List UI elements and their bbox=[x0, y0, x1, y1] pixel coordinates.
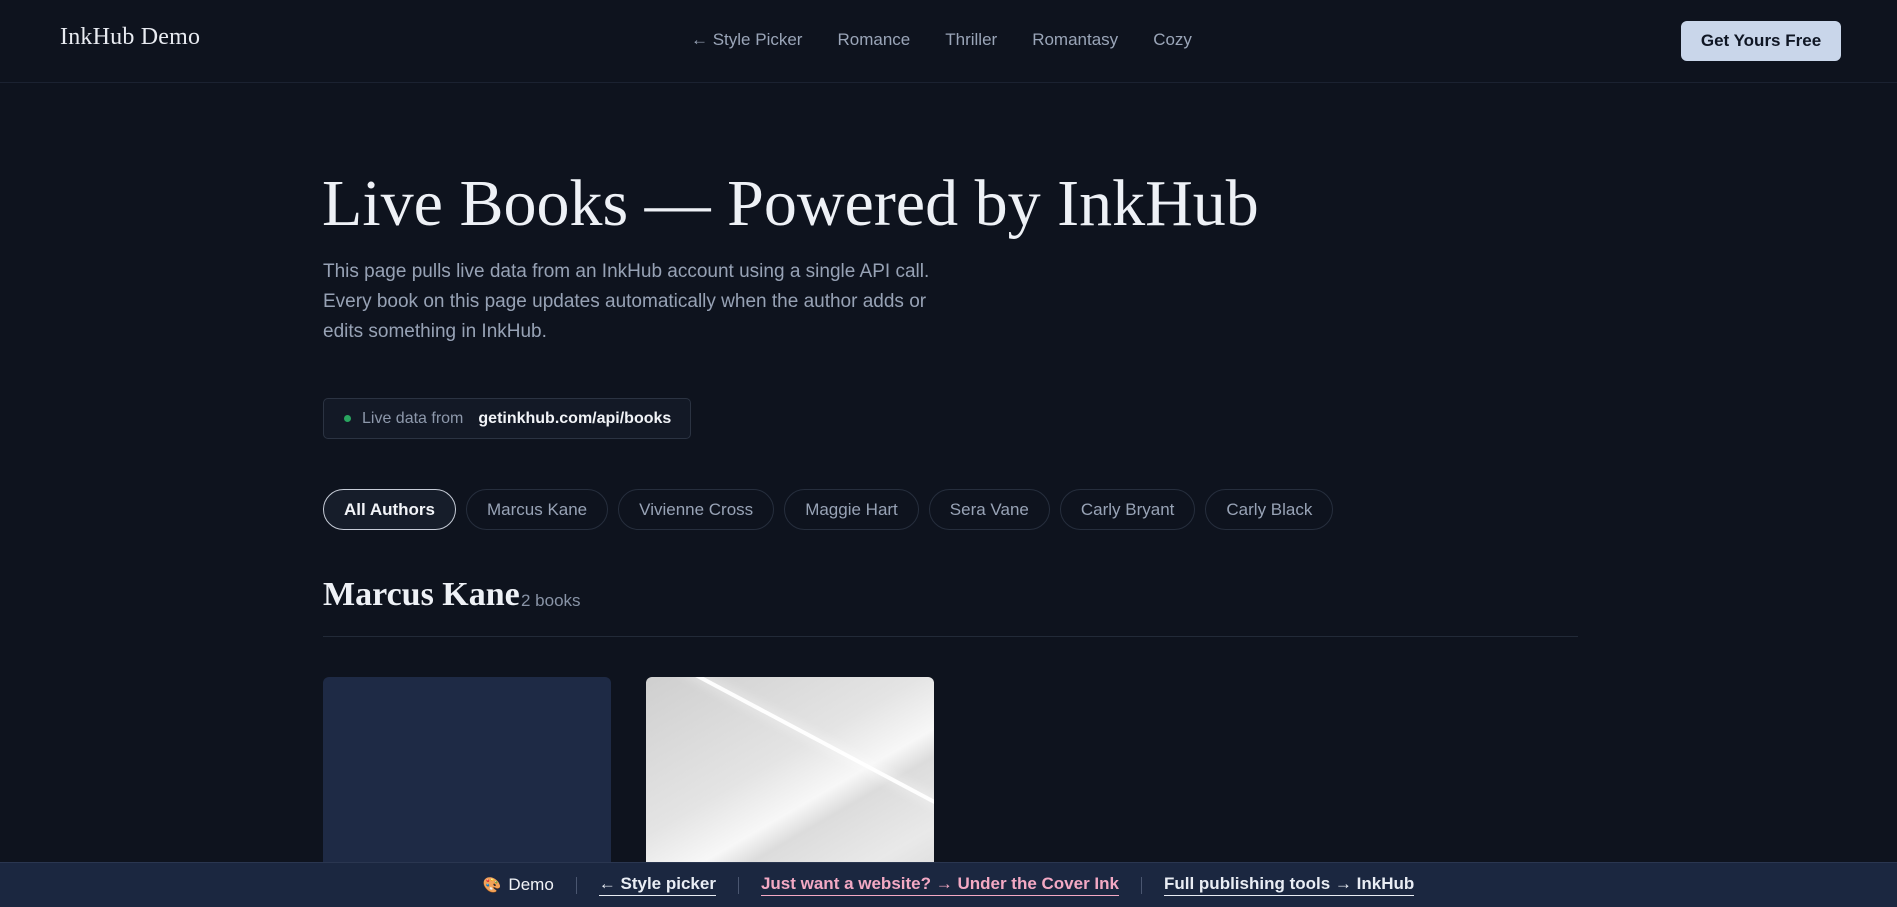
nav-romantasy[interactable]: Romantasy bbox=[1032, 30, 1118, 50]
nav-romance[interactable]: Romance bbox=[837, 30, 910, 50]
filter-marcus-kane[interactable]: Marcus Kane bbox=[465, 489, 609, 530]
section-divider bbox=[323, 636, 1578, 637]
live-data-badge: Live data from getinkhub.com/api/books bbox=[323, 398, 691, 439]
demo-indicator: 🎨 Demo bbox=[483, 875, 554, 895]
inkhub-tools-link[interactable]: Full publishing tools → InkHub bbox=[1163, 874, 1415, 896]
demo-label: Demo bbox=[508, 875, 554, 894]
author-filter-chips: All Authors Marcus Kane Vivienne Cross M… bbox=[323, 489, 1334, 530]
divider bbox=[737, 876, 739, 894]
palette-icon: 🎨 bbox=[482, 877, 502, 894]
page-description: This page pulls live data from an InkHub… bbox=[323, 261, 930, 342]
page-title: Live Books — Powered by InkHub bbox=[322, 167, 1259, 240]
filter-all-authors[interactable]: All Authors bbox=[323, 489, 456, 530]
filter-carly-bryant[interactable]: Carly Bryant bbox=[1059, 489, 1196, 530]
main-nav: ← Style Picker Romance Thriller Romantas… bbox=[691, 30, 1192, 50]
live-data-label: Live data from bbox=[362, 409, 464, 427]
api-url: getinkhub.com/api/books bbox=[478, 409, 672, 427]
divider bbox=[575, 876, 577, 894]
filter-carly-black[interactable]: Carly Black bbox=[1205, 489, 1334, 530]
filter-maggie-hart[interactable]: Maggie Hart bbox=[784, 489, 919, 530]
top-navigation-bar: InkHub Demo ← Style Picker Romance Thril… bbox=[0, 0, 1897, 83]
get-yours-free-button[interactable]: Get Yours Free bbox=[1681, 21, 1841, 61]
live-status-dot-icon bbox=[344, 415, 351, 422]
under-the-cover-ink-link[interactable]: Just want a website? → Under the Cover I… bbox=[760, 874, 1119, 896]
nav-thriller[interactable]: Thriller bbox=[945, 30, 997, 50]
divider bbox=[1140, 876, 1142, 894]
filter-vivienne-cross[interactable]: Vivienne Cross bbox=[618, 489, 775, 530]
nav-style-picker[interactable]: ← Style Picker bbox=[691, 30, 802, 50]
filter-sera-vane[interactable]: Sera Vane bbox=[928, 489, 1050, 530]
demo-footer-bar: 🎨 Demo ← Style picker Just want a websit… bbox=[0, 862, 1897, 907]
book-count: 2 books bbox=[521, 591, 581, 610]
nav-cozy[interactable]: Cozy bbox=[1153, 30, 1192, 50]
style-picker-link[interactable]: ← Style picker bbox=[598, 874, 716, 896]
cover-light-streak bbox=[646, 677, 934, 840]
brand-logo[interactable]: InkHub Demo bbox=[60, 24, 200, 51]
author-section-title: Marcus Kane bbox=[323, 576, 520, 613]
